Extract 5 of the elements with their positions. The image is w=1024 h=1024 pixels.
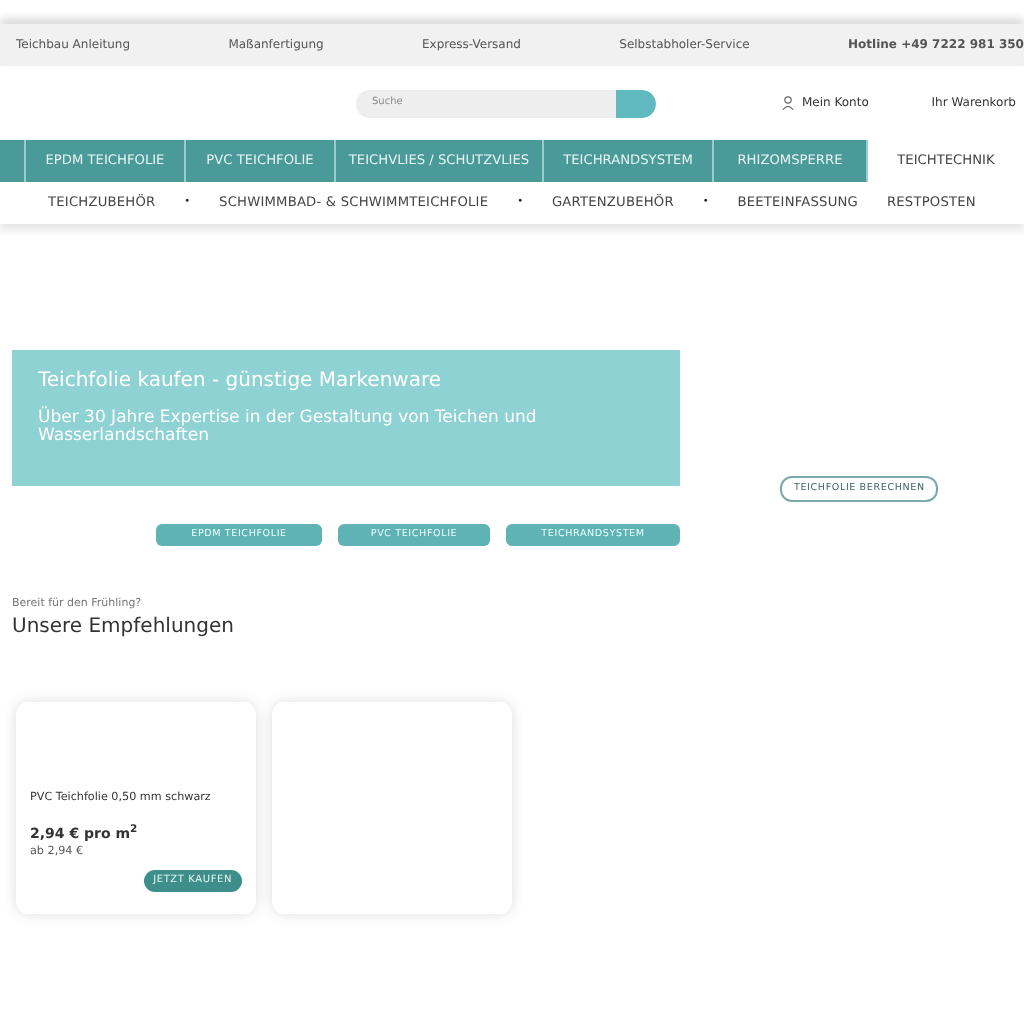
section-title: Unsere Empfehlungen xyxy=(12,614,236,643)
hero-subtitle: Über 30 Jahre Expertise in der Gestaltung von Teichen und Wasserlandschaften xyxy=(38,410,539,446)
user-icon[interactable] xyxy=(782,96,794,110)
hero-title: Teichfolie kaufen - günstige Markenware xyxy=(38,370,444,394)
nav-bar-segment xyxy=(0,140,26,182)
